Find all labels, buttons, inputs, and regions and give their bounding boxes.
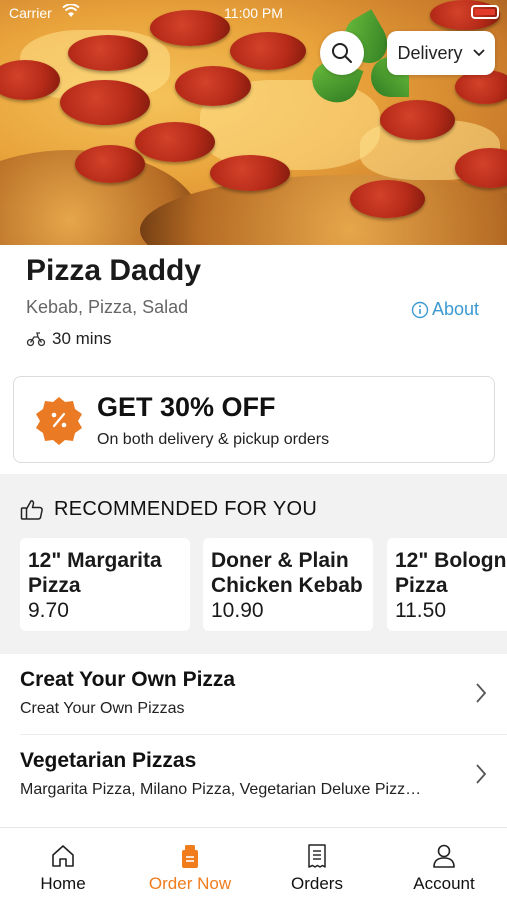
restaurant-cuisines: Kebab, Pizza, Salad xyxy=(26,297,189,317)
pepperoni-shape xyxy=(230,32,306,70)
item-price: 9.70 xyxy=(28,599,69,622)
recommended-item[interactable]: 12" Bolognese Pizza 11.50 xyxy=(387,538,507,631)
crust-shape xyxy=(140,175,507,245)
recommended-title: RECOMMENDED FOR YOU xyxy=(54,498,318,520)
promo-banner[interactable]: GET 30% OFF On both delivery & pickup or… xyxy=(13,376,495,463)
recommended-item[interactable]: Doner & Plain Chicken Kebab 10.90 xyxy=(203,538,373,631)
tab-home[interactable]: Home xyxy=(0,828,126,900)
search-icon xyxy=(332,43,352,63)
category-title: Vegetarian Pizzas xyxy=(20,749,197,772)
category-row[interactable]: Vegetarian Pizzas Margarita Pizza, Milan… xyxy=(0,735,507,815)
item-name: 12" Margarita Pizza xyxy=(28,549,162,597)
about-link[interactable]: About xyxy=(411,299,479,320)
tab-account[interactable]: Account xyxy=(381,828,507,900)
recommended-section: RECOMMENDED FOR YOU 12" Margarita Pizza … xyxy=(0,474,507,654)
status-time: 11:00 PM xyxy=(224,5,283,21)
category-description: Margarita Pizza, Milano Pizza, Vegetaria… xyxy=(20,781,422,798)
discount-badge-icon xyxy=(36,397,82,445)
scooter-icon xyxy=(26,332,46,347)
tab-label: Orders xyxy=(291,874,343,893)
delivery-mode-label: Delivery xyxy=(397,42,463,63)
pepperoni-shape xyxy=(455,70,507,104)
pepperoni-shape xyxy=(380,100,455,140)
tab-orders[interactable]: Orders xyxy=(254,828,380,900)
recommended-item[interactable]: 12" Margarita Pizza 9.70 xyxy=(20,538,190,631)
about-label: About xyxy=(432,299,480,319)
chevron-right-icon xyxy=(476,683,487,703)
chevron-right-icon xyxy=(476,764,487,784)
item-price: 11.50 xyxy=(395,599,446,622)
pepperoni-shape xyxy=(210,155,290,191)
item-name: Doner & Plain Chicken Kebab xyxy=(211,549,363,597)
thumbs-up-icon xyxy=(20,499,43,520)
tab-label: Order Now xyxy=(148,874,232,893)
promo-subtitle: On both delivery & pickup orders xyxy=(97,431,330,448)
category-description: Creat Your Own Pizzas xyxy=(20,700,185,717)
tab-bar: Home Order Now Orders Account xyxy=(0,827,507,900)
info-icon xyxy=(411,301,429,318)
delivery-time: 30 mins xyxy=(26,329,112,349)
item-name: 12" Bolognese Pizza xyxy=(395,549,507,597)
category-title: Creat Your Own Pizza xyxy=(20,668,236,691)
battery-icon xyxy=(471,5,499,19)
pepperoni-shape xyxy=(175,66,251,106)
account-icon xyxy=(433,844,455,868)
pepperoni-shape xyxy=(60,80,150,125)
tab-label: Account xyxy=(413,874,475,893)
order-bag-icon xyxy=(182,845,198,868)
pepperoni-shape xyxy=(350,180,425,218)
pepperoni-shape xyxy=(75,145,145,183)
pepperoni-shape xyxy=(68,35,148,71)
item-price: 10.90 xyxy=(211,599,264,622)
category-row[interactable]: Creat Your Own Pizza Creat Your Own Pizz… xyxy=(0,654,507,734)
delivery-time-label: 30 mins xyxy=(52,329,112,348)
delivery-mode-dropdown[interactable]: Delivery xyxy=(387,31,495,75)
tab-label: Home xyxy=(40,874,86,893)
status-bar: Carrier 11:00 PM xyxy=(0,0,507,26)
recommended-header: RECOMMENDED FOR YOU xyxy=(20,498,317,521)
promo-title: GET 30% OFF xyxy=(97,392,276,422)
restaurant-name: Pizza Daddy xyxy=(26,254,202,287)
receipt-icon xyxy=(308,844,326,868)
pepperoni-shape xyxy=(135,122,215,162)
home-icon xyxy=(52,845,74,867)
chevron-down-icon xyxy=(472,49,485,57)
search-button[interactable] xyxy=(320,31,364,75)
tab-order-now[interactable]: Order Now xyxy=(127,828,253,900)
pepperoni-shape xyxy=(455,148,507,188)
